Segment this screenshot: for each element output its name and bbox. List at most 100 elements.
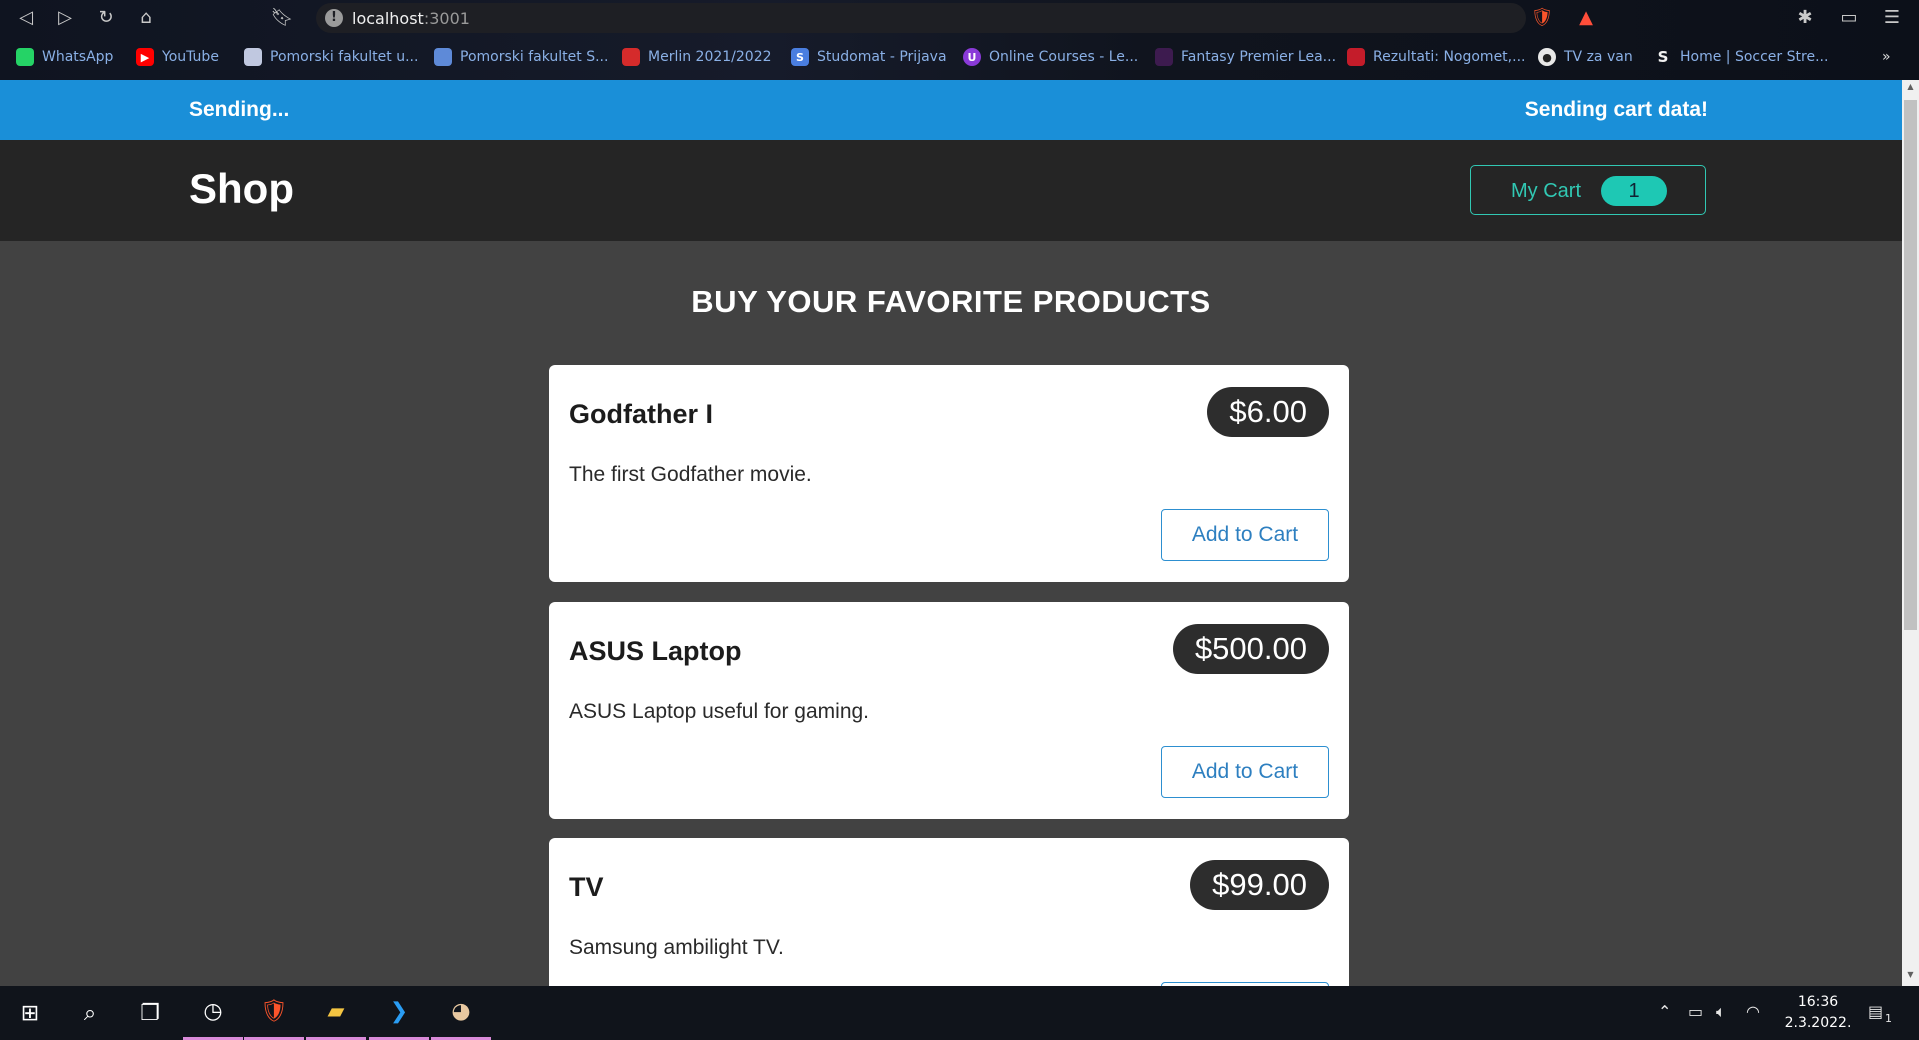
product-price-badge: $99.00	[1190, 860, 1329, 910]
tv-globe-icon: ●	[1538, 48, 1556, 66]
volume-icon[interactable]: 🔈︎	[1716, 1002, 1726, 1022]
scroll-down-arrow-icon[interactable]: ▼	[1902, 970, 1919, 984]
products-heading: BUY YOUR FAVORITE PRODUCTS	[691, 284, 1211, 319]
taskbar-app-brave[interactable]: 🛡︎	[244, 986, 304, 1040]
product-price-badge: $500.00	[1172, 624, 1329, 674]
studomat-icon: S	[791, 48, 809, 66]
bookmark-rezultati[interactable]: Rezultati: Nogomet,...	[1347, 44, 1525, 70]
pomorski-s-icon	[434, 48, 452, 66]
cart-count-badge: 1	[1601, 176, 1667, 206]
bookmark-page-button[interactable]: 🔖︎	[270, 5, 294, 29]
scrollbar-thumb[interactable]	[1904, 100, 1917, 630]
notification-bar: Sending... Sending cart data!	[0, 80, 1902, 140]
back-button[interactable]: ◁	[14, 5, 38, 29]
add-to-cart-button[interactable]: Add to Cart	[1161, 509, 1329, 561]
bookmark-pomorski-s[interactable]: Pomorski fakultet S...	[434, 44, 608, 70]
battery-icon[interactable]: ▭	[1688, 1002, 1703, 1021]
cart-label: My Cart	[1511, 180, 1581, 202]
scroll-up-arrow-icon[interactable]: ▲	[1902, 82, 1919, 96]
home-button[interactable]: ⌂	[134, 5, 158, 29]
bookmark-fantasy-premier[interactable]: Fantasy Premier Lea...	[1155, 44, 1336, 70]
product-card: TV $99.00 Samsung ambilight TV. Add to C…	[549, 838, 1349, 986]
bookmark-label: Fantasy Premier Lea...	[1181, 49, 1337, 65]
url-host: localhost	[352, 9, 424, 28]
product-price-badge: $6.00	[1207, 387, 1329, 437]
address-text: localhost:3001	[352, 9, 470, 28]
site-info-icon[interactable]: !	[325, 9, 343, 27]
start-button[interactable]: ⊞	[0, 986, 60, 1040]
windows-logo-icon: ⊞	[20, 1000, 40, 1026]
whatsapp-icon	[16, 48, 34, 66]
bookmark-merlin[interactable]: Merlin 2021/2022	[622, 44, 772, 70]
product-name: Godfather I	[569, 399, 714, 429]
wallet-button[interactable]: ▭	[1837, 5, 1861, 29]
bookmark-label: Home | Soccer Stre...	[1680, 49, 1829, 65]
taskbar-app-vscode[interactable]: ❯	[369, 986, 429, 1040]
add-to-cart-button[interactable]: Add to Cart	[1161, 746, 1329, 798]
notification-title: Sending...	[189, 98, 290, 121]
taskbar-clock[interactable]: 16:36 2.3.2022.	[1780, 992, 1856, 1034]
folder-icon: ▰	[327, 999, 345, 1024]
my-cart-button[interactable]: My Cart 1	[1470, 165, 1706, 215]
address-bar[interactable]: ! localhost:3001	[316, 3, 1526, 33]
paint-icon: ◕	[451, 999, 471, 1024]
reload-button[interactable]: ↻	[94, 5, 118, 29]
pomorski-icon	[244, 48, 262, 66]
bookmark-soccer-stream[interactable]: S Home | Soccer Stre...	[1654, 44, 1829, 70]
browser-toolbar: ◁ ▷ ↻ ⌂ 🔖︎ ! localhost:3001 🛡︎ ▲ ✱ ▭ ☰	[0, 0, 1919, 36]
rezultati-icon	[1347, 48, 1365, 66]
brave-rewards-icon: ▲	[1579, 6, 1593, 28]
premier-league-icon	[1155, 48, 1173, 66]
clock-date: 2.3.2022.	[1784, 1015, 1852, 1031]
youtube-icon: ▶	[136, 48, 154, 66]
bookmark-label: Pomorski fakultet S...	[460, 49, 609, 65]
extensions-button[interactable]: ✱	[1793, 5, 1817, 29]
bookmark-pomorski-u[interactable]: Pomorski fakultet u...	[244, 44, 418, 70]
task-view-button[interactable]: ❐	[120, 986, 180, 1040]
bookmarks-bar: WhatsApp ▶ YouTube Pomorski fakultet u...…	[0, 44, 1919, 70]
bookmark-label: TV za van	[1564, 49, 1633, 65]
product-description: ASUS Laptop useful for gaming.	[569, 700, 870, 723]
action-center-icon[interactable]: ▤	[1868, 1002, 1883, 1021]
brave-rewards-button[interactable]: ▲	[1574, 5, 1598, 29]
search-button[interactable]: ⌕	[60, 986, 120, 1040]
bookmark-tv-za-van[interactable]: ● TV za van	[1538, 44, 1633, 70]
bookmark-label: YouTube	[162, 49, 219, 65]
product-name: ASUS Laptop	[569, 636, 742, 666]
taskbar-app-file-explorer[interactable]: ▰	[306, 986, 366, 1040]
bookmark-label: WhatsApp	[42, 49, 114, 65]
brave-lion-icon: 🛡︎	[1530, 6, 1554, 28]
product-name: TV	[569, 872, 604, 902]
clock-app-icon: ◷	[203, 999, 223, 1024]
bookmark-label: Merlin 2021/2022	[648, 49, 772, 65]
windows-taskbar: ⊞ ⌕ ❐ ◷ 🛡︎ ▰ ❯ ◕ ⌃ ▭ 🔈︎ ◠ 16:36 2.3.2022…	[0, 986, 1919, 1040]
taskbar-app-clock[interactable]: ◷	[183, 986, 243, 1040]
puzzle-icon: ✱	[1797, 6, 1813, 28]
bookmark-whatsapp[interactable]: WhatsApp	[16, 44, 113, 70]
product-card: ASUS Laptop $500.00 ASUS Laptop useful f…	[549, 602, 1349, 819]
reload-icon: ↻	[98, 6, 114, 28]
bookmark-youtube[interactable]: ▶ YouTube	[136, 44, 219, 70]
chevron-double-right-icon: »	[1882, 49, 1891, 65]
more-bookmarks-button[interactable]: »	[1882, 44, 1891, 70]
bookmark-online-courses[interactable]: U Online Courses - Le...	[963, 44, 1138, 70]
forward-button[interactable]: ▷	[53, 5, 77, 29]
browser-chrome: ◁ ▷ ↻ ⌂ 🔖︎ ! localhost:3001 🛡︎ ▲ ✱ ▭ ☰ W…	[0, 0, 1919, 80]
wallet-icon: ▭	[1840, 6, 1858, 28]
bookmark-icon: 🔖︎	[270, 6, 294, 28]
hamburger-icon: ☰	[1883, 6, 1901, 28]
menu-button[interactable]: ☰	[1880, 5, 1904, 29]
wifi-icon[interactable]: ◠	[1746, 1002, 1760, 1021]
url-port: :3001	[423, 9, 470, 28]
bookmark-label: Online Courses - Le...	[989, 49, 1139, 65]
shop-title: Shop	[189, 165, 294, 212]
bookmark-label: Rezultati: Nogomet,...	[1373, 49, 1526, 65]
product-card: Godfather I $6.00 The first Godfather mo…	[549, 365, 1349, 582]
bookmark-studomat[interactable]: S Studomat - Prijava	[791, 44, 947, 70]
brave-shields-button[interactable]: 🛡︎	[1530, 5, 1554, 29]
udemy-icon: U	[963, 48, 981, 66]
soccer-stream-icon: S	[1657, 48, 1669, 66]
tray-chevron-up-icon[interactable]: ⌃	[1658, 1002, 1671, 1021]
taskbar-app-paint[interactable]: ◕	[431, 986, 491, 1040]
page-scrollbar[interactable]: ▲ ▼	[1902, 80, 1919, 986]
